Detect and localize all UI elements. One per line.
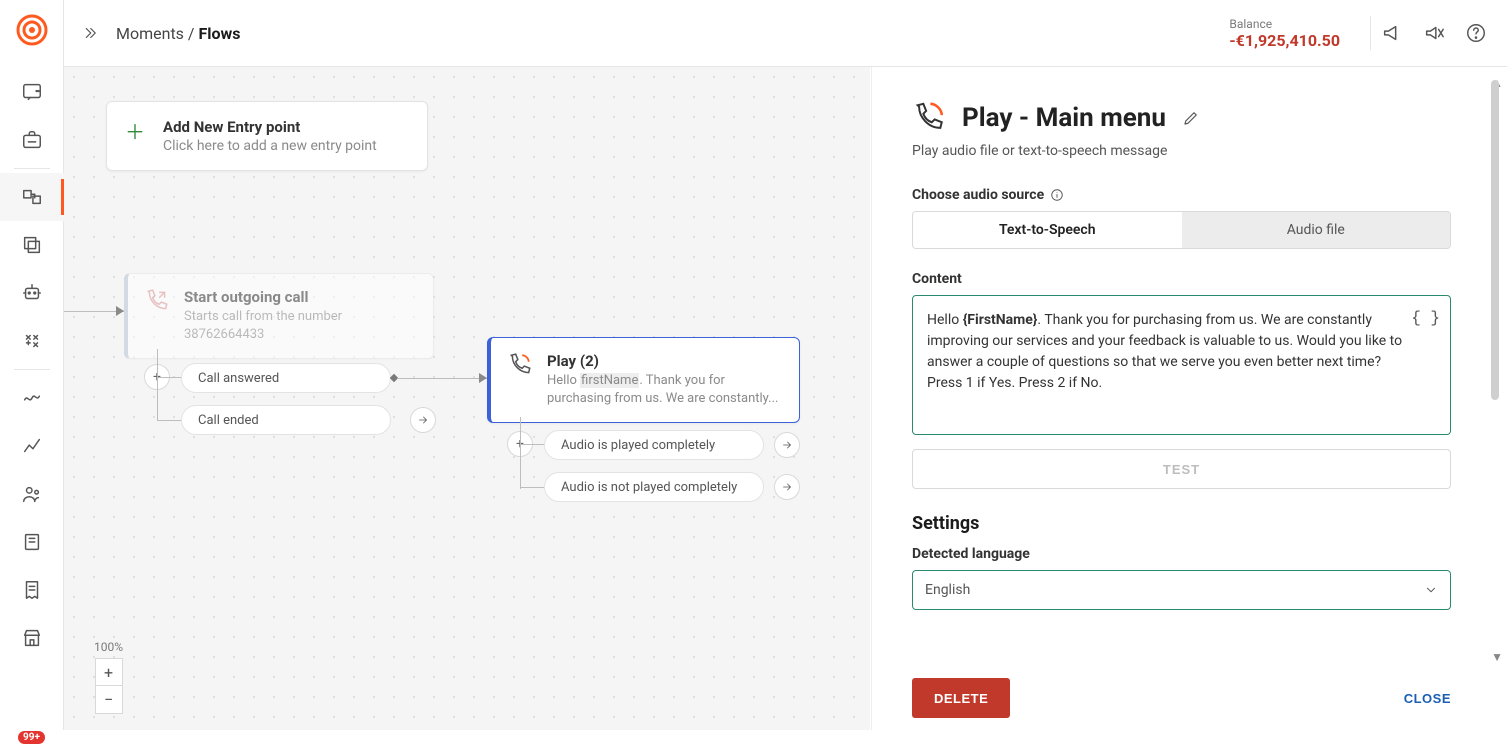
- flow-icon: [21, 186, 43, 208]
- add-entry-card[interactable]: ＋ Add New Entry point Click here to add …: [106, 101, 428, 171]
- scroll-down-icon[interactable]: ▼: [1491, 650, 1503, 664]
- nav-item-book[interactable]: [0, 518, 64, 566]
- nav-divider: [14, 168, 50, 169]
- branch-continue-button[interactable]: [410, 407, 436, 433]
- delete-button[interactable]: DELETE: [912, 678, 1010, 718]
- nav-item-keypad[interactable]: [0, 317, 64, 365]
- start-sub: Starts call from the number 38762664433: [184, 308, 417, 344]
- message-icon: [21, 81, 43, 103]
- chevron-down-icon: [1424, 583, 1438, 597]
- app-logo-icon[interactable]: [14, 12, 50, 48]
- play-title: Play (2): [547, 352, 783, 370]
- chart-line-icon: [21, 435, 43, 457]
- balance-value: -€1,925,410.50: [1229, 31, 1340, 50]
- panel-subtitle: Play audio file or text-to-speech messag…: [912, 143, 1451, 159]
- zoom-tools: 100% + −: [94, 640, 123, 714]
- entry-title: Add New Entry point: [163, 118, 377, 136]
- info-icon[interactable]: [1050, 188, 1064, 202]
- detected-language-label: Detected language: [912, 546, 1451, 562]
- announcement-icon[interactable]: [1381, 22, 1403, 44]
- store-icon: [21, 627, 43, 649]
- language-select[interactable]: English: [912, 570, 1451, 610]
- entry-sub: Click here to add a new entry point: [163, 138, 377, 154]
- seg-tts[interactable]: Text-to-Speech: [913, 212, 1182, 248]
- branch-audio-complete[interactable]: Audio is played completely: [544, 430, 764, 460]
- panel-title: Play - Main menu: [962, 103, 1166, 133]
- arrow-right-icon: [417, 414, 429, 426]
- arrow-right-icon: [781, 481, 793, 493]
- branch-continue-button[interactable]: [774, 432, 800, 458]
- arrow-right-icon: [781, 439, 793, 451]
- insert-variable-button[interactable]: { }: [1411, 306, 1440, 330]
- plus-icon: ＋: [125, 122, 145, 142]
- nav-item-flows[interactable]: [0, 173, 64, 221]
- nav-item-people[interactable]: [0, 470, 64, 518]
- edit-icon[interactable]: [1182, 109, 1200, 127]
- header-divider: [1370, 16, 1371, 50]
- seg-audio-file[interactable]: Audio file: [1182, 212, 1451, 248]
- zoom-level: 100%: [94, 640, 123, 654]
- balance-label: Balance: [1229, 17, 1340, 31]
- nav-item-analytics[interactable]: [0, 422, 64, 470]
- voice-call-icon: [507, 352, 533, 408]
- nav-item-receipt[interactable]: [0, 566, 64, 614]
- mute-icon[interactable]: [1423, 22, 1445, 44]
- nav-item-briefcase[interactable]: [0, 116, 64, 164]
- people-icon: [21, 483, 43, 505]
- branch-call-ended[interactable]: Call ended: [181, 405, 391, 435]
- book-icon: [21, 531, 43, 553]
- flow-canvas[interactable]: ＋ Add New Entry point Click here to add …: [64, 67, 870, 730]
- branch-continue-button[interactable]: [774, 474, 800, 500]
- branch-audio-incomplete[interactable]: Audio is not played completely: [544, 472, 764, 502]
- breadcrumb-root[interactable]: Moments: [116, 24, 184, 43]
- balance-block: Balance -€1,925,410.50: [1229, 17, 1340, 50]
- close-button[interactable]: CLOSE: [1404, 691, 1451, 706]
- play-node[interactable]: Play (2) Hello firstName. Thank you for …: [487, 337, 800, 423]
- branch-call-answered[interactable]: Call answered: [181, 363, 391, 393]
- zoom-in-button[interactable]: +: [95, 658, 123, 686]
- keypad-icon: [21, 330, 43, 352]
- start-title: Start outgoing call: [184, 288, 417, 306]
- robot-icon: [21, 282, 43, 304]
- nav-item-activity[interactable]: [0, 374, 64, 422]
- nav-item-bot[interactable]: [0, 269, 64, 317]
- copy-icon: [21, 234, 43, 256]
- content-editor[interactable]: Hello {FirstName}. Thank you for purchas…: [912, 295, 1451, 435]
- scrollbar[interactable]: [1491, 80, 1499, 400]
- receipt-icon: [21, 579, 43, 601]
- breadcrumb: Moments / Flows: [84, 24, 241, 43]
- nav-item-store[interactable]: [0, 614, 64, 662]
- audio-source-label: Choose audio source: [912, 187, 1451, 203]
- content-label: Content: [912, 271, 1451, 287]
- breadcrumb-current: Flows: [198, 24, 240, 43]
- variable-tag: {FirstName}: [963, 312, 1038, 328]
- briefcase-icon: [21, 129, 43, 151]
- outgoing-call-icon: [144, 288, 170, 344]
- settings-heading: Settings: [912, 513, 1451, 534]
- activity-icon: [21, 387, 43, 409]
- start-call-node[interactable]: Start outgoing call Starts call from the…: [124, 273, 434, 359]
- inspector-panel: Play - Main menu Play audio file or text…: [871, 67, 1491, 730]
- collapse-icon[interactable]: [84, 24, 102, 42]
- nav-rail: 99+: [0, 0, 64, 730]
- help-icon[interactable]: [1465, 22, 1487, 44]
- zoom-out-button[interactable]: −: [95, 686, 123, 714]
- nav-divider: [14, 369, 50, 370]
- nav-item-messages[interactable]: [0, 68, 64, 116]
- voice-call-icon: [912, 101, 946, 135]
- nav-item-templates[interactable]: [0, 221, 64, 269]
- header: Moments / Flows Balance -€1,925,410.50: [64, 0, 1507, 67]
- audio-source-segment: Text-to-Speech Audio file: [912, 211, 1451, 249]
- test-button[interactable]: TEST: [912, 449, 1451, 489]
- play-sub: Hello firstName. Thank you for purchasin…: [547, 372, 783, 408]
